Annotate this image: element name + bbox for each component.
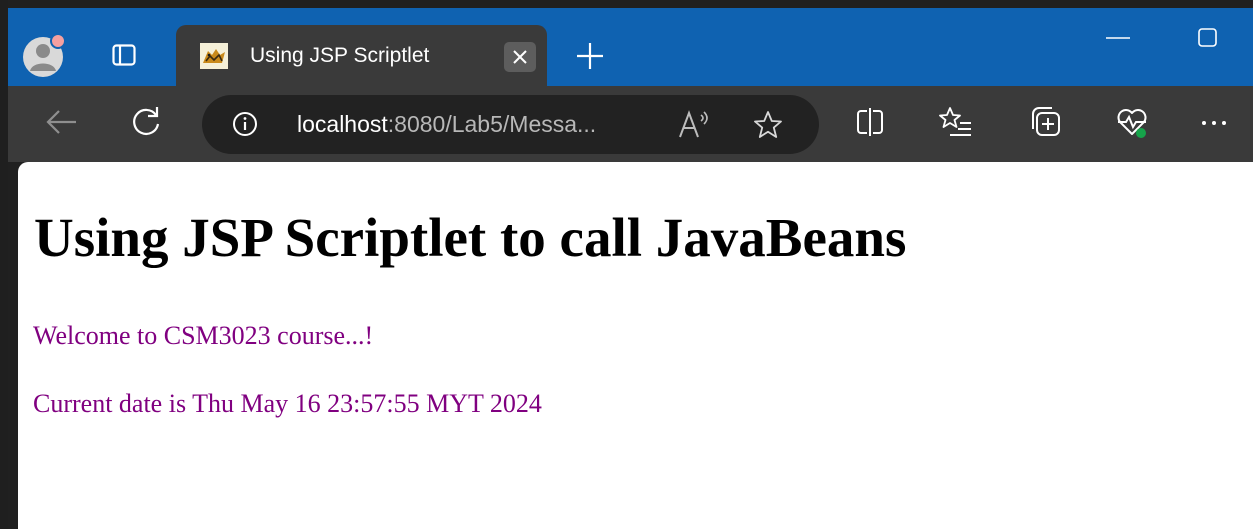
- maximize-icon[interactable]: [1193, 24, 1221, 52]
- tomcat-icon: [200, 43, 228, 69]
- close-icon[interactable]: [504, 42, 536, 72]
- address-url[interactable]: localhost:8080/Lab5/Messa...: [297, 110, 596, 138]
- split-screen-icon[interactable]: [850, 102, 890, 142]
- tab-actions-icon[interactable]: [112, 44, 136, 66]
- current-date-message: Current date is Thu May 16 23:57:55 MYT …: [33, 389, 542, 418]
- more-icon[interactable]: [1194, 102, 1234, 142]
- read-aloud-icon[interactable]: [676, 109, 716, 141]
- collections-icon[interactable]: [1025, 102, 1065, 142]
- tab-title: Using JSP Scriptlet: [250, 44, 430, 67]
- address-bar[interactable]: localhost:8080/Lab5/Messa...: [202, 95, 819, 154]
- profile-avatar-icon[interactable]: [23, 33, 67, 77]
- plus-icon[interactable]: [573, 39, 607, 73]
- page-heading: Using JSP Scriptlet to call JavaBeans: [34, 207, 907, 268]
- welcome-message: Welcome to CSM3023 course...!: [33, 321, 374, 350]
- favorites-list-icon[interactable]: [936, 102, 976, 142]
- browser-window: Using JSP Scriptlet localhost:8080/Lab5/…: [0, 0, 1253, 529]
- page-content: Using JSP Scriptlet to call JavaBeans We…: [18, 162, 1253, 529]
- minimize-icon[interactable]: [1104, 28, 1132, 48]
- heart-pulse-icon[interactable]: [1112, 102, 1152, 142]
- star-icon[interactable]: [752, 109, 784, 141]
- url-host: localhost: [297, 111, 388, 137]
- arrow-left-icon[interactable]: [42, 102, 82, 142]
- url-path: :8080/Lab5/Messa...: [387, 111, 597, 137]
- refresh-icon[interactable]: [126, 102, 166, 142]
- window-edge: [0, 0, 8, 529]
- tab-active[interactable]: Using JSP Scriptlet: [176, 25, 547, 86]
- info-icon[interactable]: [232, 111, 258, 137]
